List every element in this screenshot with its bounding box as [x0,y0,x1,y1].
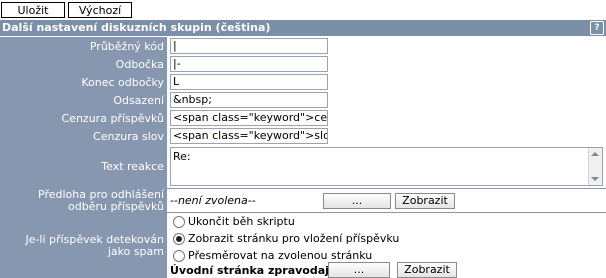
row-reply-text: Text reakce Re: [0,145,606,189]
reply-text-textarea[interactable]: Re: [170,147,603,186]
spam-option-redirect-label: Přesměrovat na zvolenou stránku [188,249,373,262]
branch-end-label: Konec odbočky [81,76,164,89]
landing-page-label: Úvodní stránka zpravodajství [170,264,352,277]
row-unsubscribe-template: Předloha pro odhlášení odběru příspěvků … [0,189,606,213]
help-icon[interactable]: ? [590,21,604,35]
row-spam: Je-li příspěvek detekován jako spam Ukon… [0,213,606,278]
post-censor-input[interactable]: <span class="keyword">cenzurov [170,110,328,126]
spam-option-redirect-radio[interactable] [173,250,185,262]
landing-browse-button[interactable]: ... [328,262,390,278]
spam-label: Je-li příspěvek detekován jako spam [25,232,164,258]
spam-option-terminate-label: Ukončit běh skriptu [188,215,295,228]
spam-option-terminate-radio[interactable] [173,216,185,228]
indent-label: Odsazení [113,94,164,107]
row-branch-end: Konec odbočky L [0,73,606,93]
row-branch: Odbočka |- [0,55,606,75]
running-code-input[interactable]: | [170,38,328,54]
row-running-code: Průběžný kód | [0,37,606,57]
word-censor-input[interactable]: <span class="keyword">slovo cen [170,128,328,144]
branch-input[interactable]: |- [170,56,328,72]
section-title: Další nastavení diskuzních skupin (češti… [2,21,271,34]
spam-option-show-form-label: Zobrazit stránku pro vložení příspěvku [188,232,400,245]
unsubscribe-show-button[interactable]: Zobrazit [395,193,455,209]
scroll-up-icon[interactable] [591,152,599,156]
unsubscribe-template-value: --není zvolena-- [170,194,256,207]
row-word-censor: Cenzura slov <span class="keyword">slovo… [0,127,606,147]
default-button[interactable]: Výchozí [68,2,132,18]
unsubscribe-template-label: Předloha pro odhlášení odběru příspěvků [38,188,164,213]
running-code-label: Průběžný kód [89,40,164,53]
spam-option-show-form-radio[interactable] [173,233,185,245]
landing-show-button[interactable]: Zobrazit [397,262,457,278]
indent-input[interactable]: &nbsp; [170,92,328,108]
reply-text-label: Text reakce [101,160,164,173]
row-post-censor: Cenzura příspěvků <span class="keyword">… [0,109,606,129]
section-header: Další nastavení diskuzních skupin (češti… [0,20,606,36]
scroll-down-icon[interactable] [591,177,599,181]
save-button[interactable]: Uložit [1,2,65,18]
post-censor-label: Cenzura příspěvků [61,112,164,125]
branch-end-input[interactable]: L [170,74,328,90]
branch-label: Odbočka [115,58,164,71]
row-indent: Odsazení &nbsp; [0,91,606,111]
toolbar: Uložit Výchozí [0,0,606,20]
unsubscribe-browse-button[interactable]: ... [323,193,391,209]
textarea-scrollbar[interactable] [588,148,602,185]
word-censor-label: Cenzura slov [93,130,164,143]
reply-text-value: Re: [173,150,191,163]
